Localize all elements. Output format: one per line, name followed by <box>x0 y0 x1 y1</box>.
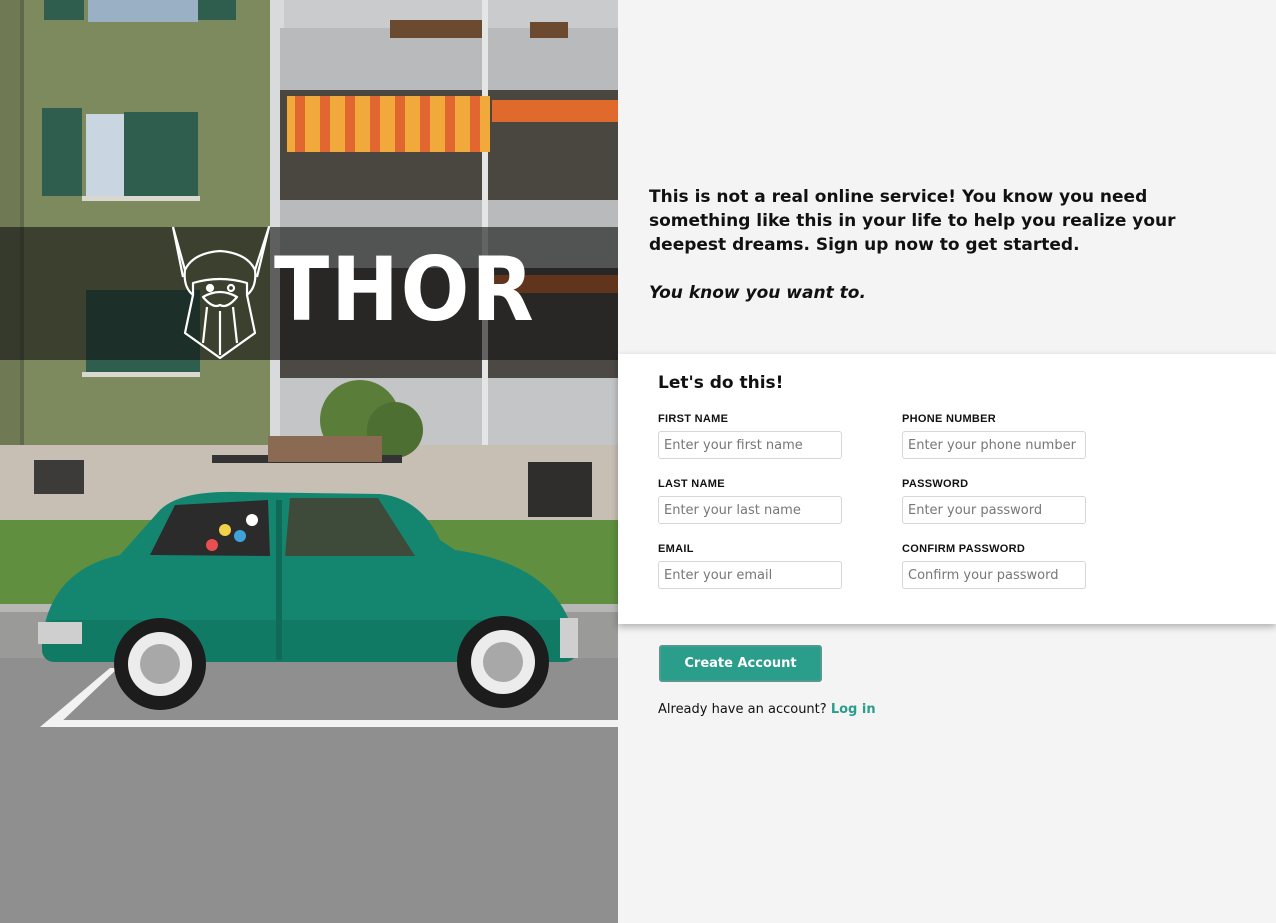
confirm-password-group: CONFIRM PASSWORD <box>902 543 1092 589</box>
password-label: PASSWORD <box>902 478 969 490</box>
last-name-input[interactable] <box>658 496 842 524</box>
email-label: EMAIL <box>658 543 694 555</box>
first-name-group: FIRST NAME <box>658 413 848 459</box>
signup-panel: This is not a real online service! You k… <box>618 0 1276 923</box>
login-prompt: Already have an account? <box>658 702 827 717</box>
create-account-button[interactable]: Create Account <box>659 645 822 682</box>
email-input[interactable] <box>658 561 842 589</box>
login-prompt-line: Already have an account? Log in <box>658 702 876 717</box>
confirm-password-input[interactable] <box>902 561 1086 589</box>
last-name-group: LAST NAME <box>658 478 848 524</box>
password-input[interactable] <box>902 496 1086 524</box>
tagline: You know you want to. <box>649 283 866 303</box>
confirm-password-label: CONFIRM PASSWORD <box>902 543 1026 555</box>
brand-name: THOR <box>274 238 536 341</box>
intro-text: This is not a real online service! You k… <box>649 185 1249 257</box>
hero-photo <box>0 0 618 923</box>
first-name-input[interactable] <box>658 431 842 459</box>
viking-head-icon <box>171 225 271 360</box>
first-name-label: FIRST NAME <box>658 413 729 425</box>
phone-label: PHONE NUMBER <box>902 413 997 425</box>
phone-group: PHONE NUMBER <box>902 413 1092 459</box>
form-title: Let's do this! <box>658 373 784 393</box>
last-name-label: LAST NAME <box>658 478 725 490</box>
email-group: EMAIL <box>658 543 848 589</box>
signup-form: Let's do this! FIRST NAME PHONE NUMBER L… <box>618 354 1276 624</box>
intro-paragraph: This is not a real online service! You k… <box>649 187 1176 255</box>
phone-input[interactable] <box>902 431 1086 459</box>
password-group: PASSWORD <box>902 478 1092 524</box>
hero-image: THOR <box>0 0 618 923</box>
login-link[interactable]: Log in <box>831 702 876 717</box>
